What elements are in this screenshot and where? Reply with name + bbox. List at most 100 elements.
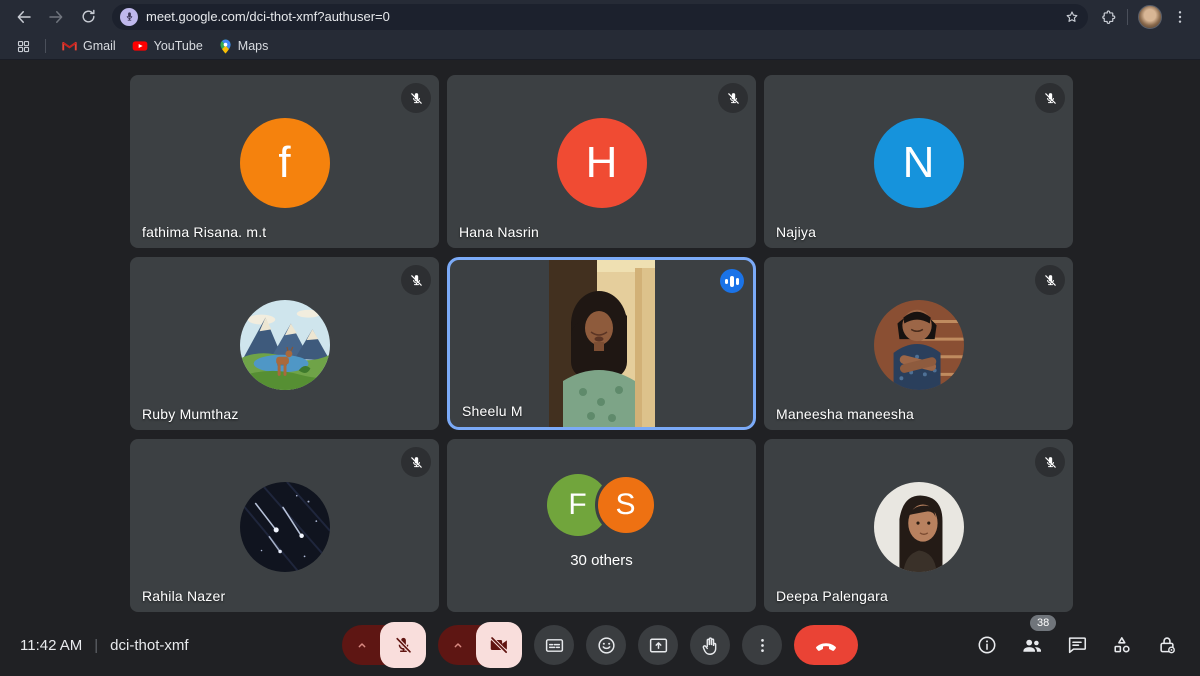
bookmark-label: YouTube	[154, 39, 203, 53]
participant-tile-fathima[interactable]: f fathima Risana. m.t	[130, 75, 439, 248]
avatar: H	[557, 118, 647, 208]
present-screen-button[interactable]	[638, 625, 678, 665]
photo-avatar-night-sky	[240, 482, 330, 577]
raise-hand-icon	[700, 635, 721, 656]
people-icon	[1020, 633, 1044, 657]
live-video-feed	[549, 260, 655, 427]
gmail-icon	[62, 40, 77, 52]
browser-menu-button[interactable]	[1172, 9, 1188, 25]
panel-buttons: 38	[974, 632, 1180, 658]
muted-mic-icon	[1035, 83, 1065, 113]
meeting-code: dci-thot-xmf	[110, 637, 188, 654]
bookmark-gmail[interactable]: Gmail	[54, 36, 124, 56]
extensions-button[interactable]	[1100, 8, 1117, 25]
muted-mic-icon	[401, 265, 431, 295]
muted-mic-icon	[718, 83, 748, 113]
three-dots-vertical-icon	[1172, 9, 1188, 25]
participant-name: Maneesha maneesha	[776, 406, 914, 422]
speaking-audio-indicator	[720, 269, 744, 293]
bookmark-star-icon[interactable]	[1064, 9, 1080, 25]
activities-button[interactable]	[1109, 632, 1135, 658]
participant-tile-sheelu[interactable]: Sheelu M	[447, 257, 756, 430]
others-tile[interactable]: F S 30 others	[447, 439, 756, 612]
end-call-button[interactable]	[794, 625, 858, 665]
others-count-label: 30 others	[570, 552, 633, 569]
participant-name: fathima Risana. m.t	[142, 224, 266, 240]
mic-in-use-indicator[interactable]	[120, 8, 138, 26]
bookmarks-divider	[45, 39, 46, 53]
meeting-bottom-bar: 11:42 AM | dci-thot-xmf	[0, 614, 1200, 676]
participant-tile-rahila[interactable]: Rahila Nazer	[130, 439, 439, 612]
browser-toolbar: meet.google.com/dci-thot-xmf?authuser=0	[0, 0, 1200, 33]
activities-icon	[1111, 634, 1133, 656]
more-options-button[interactable]	[742, 625, 782, 665]
footer-divider: |	[94, 637, 98, 654]
chat-icon	[1066, 634, 1088, 656]
participant-tile-ruby[interactable]: Ruby Mumthaz	[130, 257, 439, 430]
bookmarks-bar: Gmail YouTube Maps	[0, 33, 1200, 60]
avatar: S	[595, 474, 657, 536]
participant-count-badge: 38	[1030, 615, 1056, 631]
url-text[interactable]: meet.google.com/dci-thot-xmf?authuser=0	[146, 9, 1056, 24]
maps-pin-icon	[219, 39, 232, 54]
raise-hand-button[interactable]	[690, 625, 730, 665]
participant-tile-deepa[interactable]: Deepa Palengara	[764, 439, 1073, 612]
participant-tile-hana[interactable]: H Hana Nasrin	[447, 75, 756, 248]
address-bar[interactable]: meet.google.com/dci-thot-xmf?authuser=0	[112, 4, 1088, 30]
participant-name: Deepa Palengara	[776, 588, 888, 604]
bookmark-youtube[interactable]: YouTube	[124, 36, 211, 56]
avatar-letter: f	[278, 138, 290, 188]
participant-name: Ruby Mumthaz	[142, 406, 239, 422]
participant-name: Hana Nasrin	[459, 224, 539, 240]
smiley-icon	[596, 635, 617, 656]
call-controls	[342, 622, 858, 668]
youtube-icon	[132, 40, 148, 52]
three-dots-vertical-icon	[753, 636, 772, 655]
toolbar-divider	[1127, 9, 1128, 25]
host-controls-button[interactable]	[1154, 632, 1180, 658]
photo-avatar-woman	[874, 482, 964, 577]
participant-tile-maneesha[interactable]: Maneesha maneesha	[764, 257, 1073, 430]
forward-button[interactable]	[43, 4, 69, 30]
muted-mic-icon	[1035, 447, 1065, 477]
toolbar-right-cluster	[1096, 5, 1192, 29]
back-button[interactable]	[11, 4, 37, 30]
clock-time: 11:42 AM	[20, 637, 82, 654]
end-call-icon	[814, 633, 838, 657]
mic-mute-button[interactable]	[380, 622, 426, 668]
avatar-letter: S	[615, 488, 635, 522]
people-button[interactable]: 38	[1019, 632, 1045, 658]
meeting-details-button[interactable]	[974, 632, 1000, 658]
avatar: N	[874, 118, 964, 208]
reload-button[interactable]	[75, 4, 101, 30]
bookmark-label: Maps	[238, 39, 269, 53]
landscape-avatar	[240, 300, 330, 395]
microphone-icon	[124, 11, 135, 22]
chat-button[interactable]	[1064, 632, 1090, 658]
reload-icon	[80, 8, 97, 25]
camera-off-button[interactable]	[476, 622, 522, 668]
muted-mic-icon	[1035, 265, 1065, 295]
participant-name: Rahila Nazer	[142, 588, 225, 604]
captions-button[interactable]	[534, 625, 574, 665]
participant-tile-najiya[interactable]: N Najiya	[764, 75, 1073, 248]
puzzle-icon	[1100, 8, 1117, 25]
back-arrow-icon	[15, 8, 33, 26]
microphone-control-group	[342, 622, 426, 668]
avatar: f	[240, 118, 330, 208]
others-avatars: F S	[547, 474, 657, 536]
present-screen-icon	[648, 635, 669, 656]
reactions-button[interactable]	[586, 625, 626, 665]
info-icon	[976, 634, 998, 656]
photo-avatar-boy	[874, 300, 964, 395]
muted-mic-icon	[401, 447, 431, 477]
avatar-letter: F	[568, 488, 586, 522]
apps-grid-button[interactable]	[16, 39, 31, 54]
participant-name: Najiya	[776, 224, 816, 240]
bookmark-maps[interactable]: Maps	[211, 36, 277, 57]
participant-name: Sheelu M	[462, 403, 523, 419]
forward-arrow-icon	[47, 8, 65, 26]
camera-control-group	[438, 622, 522, 668]
browser-profile-avatar[interactable]	[1138, 5, 1162, 29]
captions-icon	[544, 635, 565, 656]
